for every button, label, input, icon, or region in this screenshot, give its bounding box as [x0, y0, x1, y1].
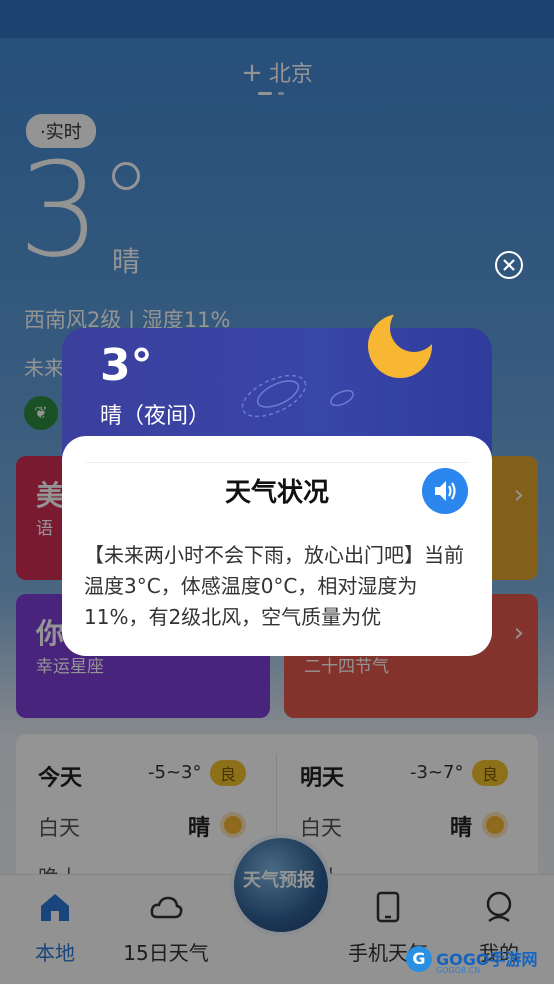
dialog-condition: 晴（夜间） [100, 404, 211, 429]
gogo-logo-icon: G [406, 946, 432, 972]
dialog-body: 天气状况 【未来两小时不会下雨，放心出门吧】当前温度3°C，体感温度0°C，相对… [62, 436, 492, 656]
close-icon[interactable] [494, 250, 524, 280]
dialog-message: 【未来两小时不会下雨，放心出门吧】当前温度3°C，体感温度0°C，相对湿度为11… [84, 543, 464, 629]
watermark-logo: G GOGO手游网 GOGO8.CN [406, 944, 552, 978]
speaker-icon[interactable] [422, 468, 468, 514]
moon-icon [368, 314, 432, 378]
watermark-url: GOGO8.CN [436, 966, 481, 975]
weather-status-dialog: 3° 晴（夜间） 天气状况 【未来两小时不会下雨，放心出门吧】当前温度3°C，体… [62, 314, 492, 656]
wind-decoration-icon [241, 374, 354, 418]
dialog-temperature: 3° [100, 340, 153, 391]
divider [86, 462, 468, 463]
